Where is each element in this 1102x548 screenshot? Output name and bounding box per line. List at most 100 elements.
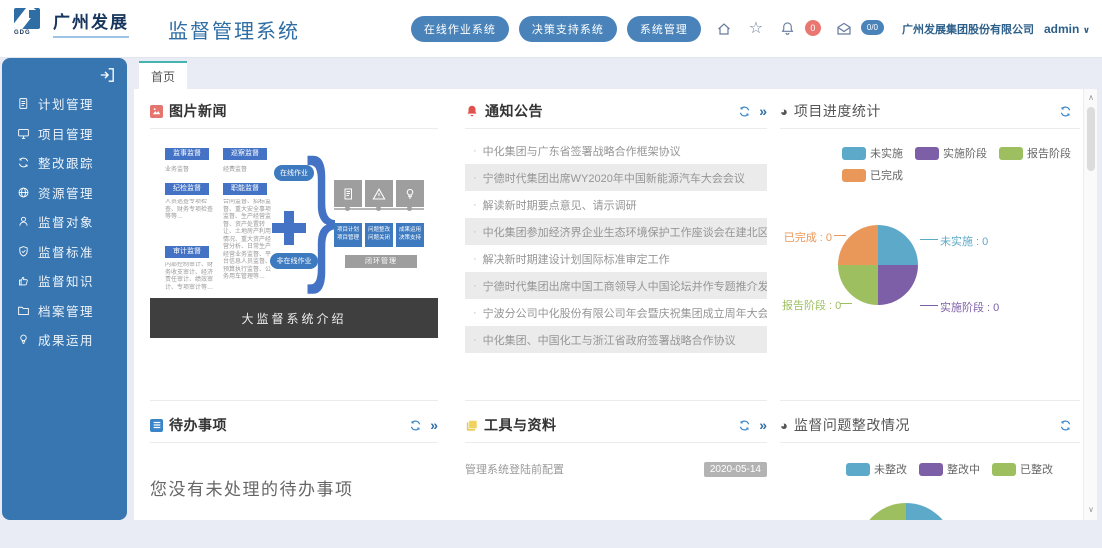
sidebar-item-supervision-knowledge[interactable]: 监督知识 bbox=[2, 266, 127, 296]
home-icon[interactable] bbox=[715, 20, 733, 38]
system-management-button[interactable]: 系统管理 bbox=[627, 16, 701, 42]
scroll-down-icon[interactable]: ∨ bbox=[1084, 505, 1098, 514]
flow-step-label: 成果运用 决策支持 bbox=[396, 223, 424, 247]
closed-loop-label: 闭环管理 bbox=[345, 255, 417, 268]
main-content: 图片新闻 监事监督 巡察监督 业务监督 经费监督 纪检监督 职能监督 人员巡查专… bbox=[134, 89, 1083, 520]
notice-item[interactable]: ·中化集团参加经济界企业生态环境保护工作座谈会在建北区汇报 bbox=[465, 218, 767, 245]
bullet-icon: · bbox=[473, 280, 477, 292]
legend-label: 实施阶段 bbox=[943, 145, 987, 161]
refresh-icon[interactable] bbox=[1059, 419, 1072, 432]
user-menu[interactable]: admin ∨ bbox=[1044, 22, 1090, 36]
panel-title: 工具与资料 bbox=[484, 415, 557, 435]
notice-item[interactable]: ·宁德时代集团出席WY2020年中国新能源汽车大会会议 bbox=[465, 164, 767, 191]
monitor-icon bbox=[17, 127, 30, 140]
news-image-diagram[interactable]: 监事监督 巡察监督 业务监督 经费监督 纪检监督 职能监督 人员巡查专项检查、财… bbox=[150, 135, 438, 298]
tool-item[interactable]: 管理系统登陆前配置 2020-05-14 bbox=[465, 461, 767, 477]
tab-home-label: 首页 bbox=[151, 68, 175, 85]
app-header: GDG 广州发展 监督管理系统 在线作业系统 决策支持系统 系统管理 ☆ 0 0… bbox=[0, 0, 1102, 57]
favorite-star-icon[interactable]: ☆ bbox=[747, 20, 765, 38]
diagram-label: 巡察监督 bbox=[223, 148, 267, 160]
legend-label: 整改中 bbox=[947, 461, 980, 477]
decision-support-system-button[interactable]: 决策支持系统 bbox=[519, 16, 617, 42]
more-icon[interactable]: » bbox=[759, 104, 767, 118]
panel-picture-news: 图片新闻 监事监督 巡察监督 业务监督 经费监督 纪检监督 职能监督 人员巡查专… bbox=[150, 101, 438, 338]
tool-item-date-badge: 2020-05-14 bbox=[704, 462, 767, 477]
refresh-icon[interactable] bbox=[738, 419, 751, 432]
more-icon[interactable]: » bbox=[430, 418, 438, 432]
sidebar-item-label: 项目管理 bbox=[38, 124, 94, 143]
sidebar-item-results-application[interactable]: 成果运用 bbox=[2, 325, 127, 355]
legend-swatch bbox=[915, 147, 939, 160]
page-title: 监督管理系统 bbox=[168, 15, 300, 44]
notice-text: 宁德时代集团出席中国工商领导人中国论坛并作专题推介发言 bbox=[483, 278, 767, 294]
bullet-icon: · bbox=[473, 253, 477, 265]
sidebar-item-supervision-standards[interactable]: 监督标准 bbox=[2, 237, 127, 267]
chart-legend: 未实施 实施阶段 报告阶段 bbox=[842, 145, 1080, 161]
legend-label: 报告阶段 bbox=[1027, 145, 1071, 161]
panel-title: 监督问题整改情况 bbox=[794, 415, 910, 435]
notice-item[interactable]: · 宁德时代集团出席中国工商领导人中国论坛并作专题推介发言 bbox=[465, 272, 767, 299]
sidebar-item-label: 资源管理 bbox=[38, 183, 94, 202]
refresh-icon[interactable] bbox=[738, 105, 751, 118]
flow-step-label: 项目计划 项目管理 bbox=[334, 223, 362, 247]
sidebar-item-plan-management[interactable]: 计划管理 bbox=[2, 89, 127, 119]
panel-rectification-status: ◕ 监督问题整改情况 未整改 整改中 已整改 bbox=[780, 400, 1080, 520]
panel-header: ◕ 项目进度统计 bbox=[780, 101, 1080, 129]
panel-title: 待办事项 bbox=[169, 415, 227, 435]
notice-item[interactable]: · 解决新时期建设计划国际标准审定工作 bbox=[465, 245, 767, 272]
sync-icon bbox=[17, 156, 30, 169]
notification-count-badge: 0 bbox=[805, 20, 821, 36]
notice-list: ·中化集团与广东省签署战略合作框架协议 ·宁德时代集团出席WY2020年中国新能… bbox=[465, 137, 767, 353]
bullet-icon: · bbox=[473, 199, 477, 211]
sidebar-item-project-management[interactable]: 项目管理 bbox=[2, 119, 127, 149]
pie-chart-icon: ◕ bbox=[780, 419, 788, 432]
refresh-icon[interactable] bbox=[409, 419, 422, 432]
notifications-bell-icon[interactable] bbox=[779, 20, 797, 38]
notice-item[interactable]: ·中化集团、中国化工与浙江省政府签署战略合作协议 bbox=[465, 326, 767, 353]
bullet-icon: · bbox=[473, 172, 477, 184]
sidebar-item-label: 监督知识 bbox=[38, 271, 94, 290]
diagram-paragraph: 人员巡查专项检查、财务专项检查等等… bbox=[165, 199, 217, 239]
bulb-icon bbox=[396, 180, 424, 207]
sidebar-item-resource-management[interactable]: 资源管理 bbox=[2, 178, 127, 208]
notice-item[interactable]: ·宁波分公司中化股份有限公司年会暨庆祝集团成立周年大会 bbox=[465, 299, 767, 326]
callout-line bbox=[920, 239, 938, 240]
todo-list-icon bbox=[150, 419, 163, 432]
inbox-mail-icon[interactable] bbox=[835, 20, 853, 38]
legend-label: 已完成 bbox=[870, 167, 903, 183]
notice-item[interactable]: ·中化集团与广东省签署战略合作框架协议 bbox=[465, 137, 767, 164]
tool-item-label: 管理系统登陆前配置 bbox=[465, 461, 564, 477]
panel-header: 待办事项 » bbox=[150, 415, 438, 443]
chart-legend-row2: 已完成 bbox=[842, 167, 1080, 183]
vertical-scrollbar[interactable]: ∧ ∨ bbox=[1083, 89, 1097, 520]
sidebar-item-label: 成果运用 bbox=[38, 330, 94, 349]
panel-project-progress: ◕ 项目进度统计 未实施 实施阶段 报告阶段 已完成 已完成 : 0 未实施 :… bbox=[780, 101, 1080, 335]
connector-dot bbox=[376, 206, 381, 211]
picture-news-icon bbox=[150, 105, 163, 118]
legend-swatch bbox=[992, 463, 1016, 476]
online-work-system-button[interactable]: 在线作业系统 bbox=[411, 16, 509, 42]
scrollbar-thumb[interactable] bbox=[1087, 107, 1095, 171]
panel-notices: 通知公告 » ·中化集团与广东省签署战略合作框架协议 ·宁德时代集团出席WY20… bbox=[465, 101, 767, 353]
pie-chart-icon: ◕ bbox=[780, 105, 788, 118]
connector-dot bbox=[345, 206, 350, 211]
notice-text: 解决新时期建设计划国际标准审定工作 bbox=[483, 251, 670, 267]
sidebar-item-archive-management[interactable]: 档案管理 bbox=[2, 296, 127, 326]
more-icon[interactable]: » bbox=[759, 418, 767, 432]
refresh-icon[interactable] bbox=[1059, 105, 1072, 118]
plus-icon bbox=[272, 211, 306, 245]
sidebar-item-rectify-tracking[interactable]: 整改跟踪 bbox=[2, 148, 127, 178]
sidebar-item-supervision-objects[interactable]: 监督对象 bbox=[2, 207, 127, 237]
legend-label: 已整改 bbox=[1020, 461, 1053, 477]
legend-label: 未实施 bbox=[870, 145, 903, 161]
news-caption[interactable]: 大监督系统介绍 bbox=[150, 298, 438, 338]
sidebar-collapse-icon[interactable] bbox=[98, 66, 116, 84]
company-logo: GDG 广州发展 bbox=[14, 8, 129, 38]
todo-empty-message: 您没有未处理的待办事项 bbox=[150, 475, 438, 500]
chevron-down-icon: ∨ bbox=[1083, 25, 1090, 35]
document-icon bbox=[334, 180, 362, 207]
tab-home[interactable]: 首页 bbox=[139, 61, 187, 89]
scroll-up-icon[interactable]: ∧ bbox=[1084, 93, 1098, 102]
notice-item[interactable]: ·解读新时期要点意见、请示调研 bbox=[465, 191, 767, 218]
legend-swatch bbox=[999, 147, 1023, 160]
